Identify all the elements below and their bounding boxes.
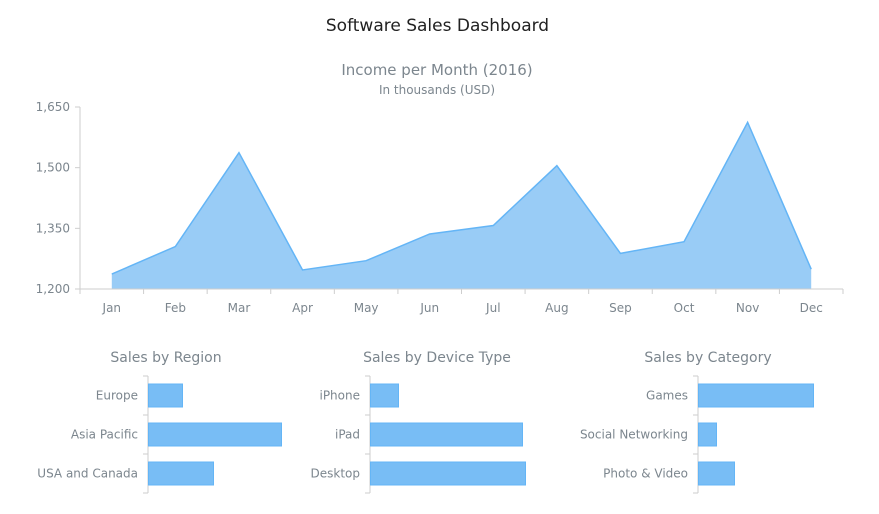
category-bar-chart: Sales by Category Games Social Networking P… [580, 350, 814, 494]
x-tick-label: Jan [102, 301, 122, 315]
income-area-chart: Income per Month (2016) In thousands (US… [36, 61, 844, 315]
region-bar-chart: Sales by Region Europe Asia Pacific USA and… [37, 350, 282, 494]
category-label: iPhone [319, 389, 360, 403]
x-tick-label: May [354, 301, 379, 315]
x-tick-label: Sep [609, 301, 632, 315]
y-tick-label: 1,500 [36, 161, 70, 175]
bar-ipad [370, 422, 523, 447]
bar-desktop [370, 461, 526, 486]
category-label: Desktop [311, 467, 361, 481]
x-tick-label: Dec [800, 301, 823, 315]
category-label: Photo & Video [603, 467, 688, 481]
bar-europe [148, 383, 183, 408]
bar-chart-title: Sales by Region [110, 350, 221, 366]
area-chart-subtitle: In thousands (USD) [379, 83, 495, 97]
category-label: Games [646, 389, 688, 403]
area-chart-title: Income per Month (2016) [341, 61, 532, 79]
bar-chart-title: Sales by Category [644, 350, 771, 366]
area-series [111, 120, 812, 289]
x-tick-label: Jun [419, 301, 439, 315]
y-tick-label: 1,200 [36, 282, 70, 296]
bar-iphone [370, 383, 399, 408]
bar-photo-video [698, 461, 735, 486]
x-tick-label: Aug [545, 301, 568, 315]
bar-usa-and-canada [148, 461, 214, 486]
y-tick-label: 1,650 [36, 100, 70, 114]
x-tick-label: Jul [485, 301, 500, 315]
x-tick-label: Apr [292, 301, 313, 315]
x-tick-label: Nov [736, 301, 759, 315]
category-label: iPad [335, 428, 360, 442]
bar-chart-title: Sales by Device Type [363, 350, 511, 366]
area-fill [111, 122, 812, 289]
device-bar-chart: Sales by Device Type iPhone iPad Desktop [311, 350, 526, 494]
bar-games [698, 383, 814, 408]
category-label: Asia Pacific [71, 428, 138, 442]
bar-asia-pacific [148, 422, 282, 447]
x-tick-label: Mar [228, 301, 251, 315]
category-label: Social Networking [580, 428, 688, 442]
category-label: Europe [96, 389, 138, 403]
y-tick-label: 1,350 [36, 221, 70, 235]
x-tick-label: Feb [165, 301, 186, 315]
x-tick-label: Oct [674, 301, 695, 315]
category-label: USA and Canada [37, 467, 138, 481]
bar-social-networking [698, 422, 717, 447]
dashboard-charts: Income per Month (2016) In thousands (US… [36, 61, 844, 494]
